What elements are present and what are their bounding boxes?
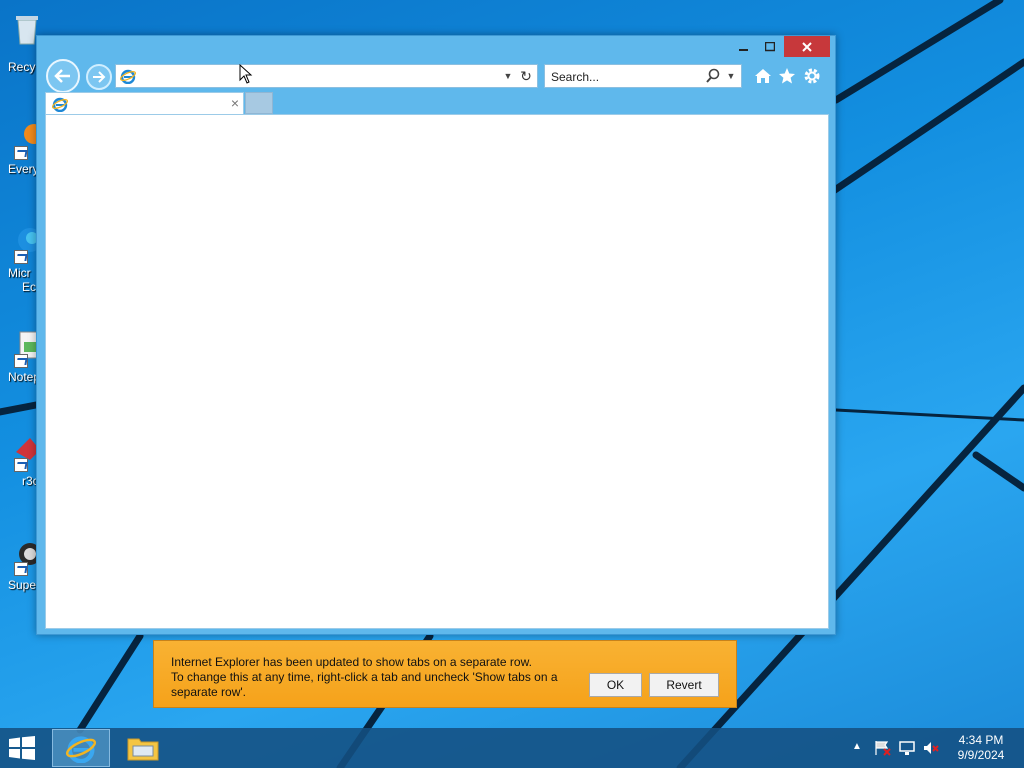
volume-muted-icon[interactable] [922,740,940,756]
notification-line-2: To change this at any time, right-click … [171,670,558,699]
windows-logo-icon [9,736,35,760]
network-icon[interactable] [898,740,916,756]
shortcut-arrow-icon [14,562,28,576]
chevron-down-icon[interactable]: ▼ [502,69,514,83]
ie-icon [52,97,68,112]
close-icon [802,41,812,52]
refresh-icon[interactable]: ↻ [518,67,534,85]
revert-button[interactable]: Revert [649,673,719,697]
back-arrow-icon [54,69,70,83]
minimize-button[interactable] [731,36,757,57]
home-button[interactable] [753,66,773,86]
shortcut-arrow-icon [14,354,28,368]
new-tab-button[interactable] [245,92,273,114]
chevron-down-icon[interactable]: ▼ [725,69,737,83]
home-icon [755,69,771,83]
gear-icon [804,68,820,84]
tab-row: × [45,92,829,114]
star-icon [779,68,795,84]
back-button[interactable] [46,59,80,93]
mouse-cursor-icon [239,64,253,84]
taskbar-internet-explorer[interactable] [52,729,110,767]
clock[interactable]: 4:34 PM 9/9/2024 [948,733,1014,763]
tools-button[interactable] [802,66,822,86]
tab-active[interactable]: × [45,92,244,114]
taskbar: ▲ 4:34 PM 9/9/2024 [0,728,1024,768]
address-bar[interactable]: ▼ ↻ [115,64,538,88]
ok-button[interactable]: OK [589,673,642,697]
search-icon[interactable] [705,68,721,84]
forward-arrow-icon [93,71,106,83]
ie-icon [66,736,96,763]
maximize-icon [765,41,775,51]
favorites-button[interactable] [777,66,797,86]
desktop-icon-label-line2: Ec [22,280,37,294]
shortcut-arrow-icon [14,458,28,472]
show-hidden-icons-icon[interactable]: ▲ [851,740,863,754]
action-center-flag-icon[interactable] [874,740,892,756]
taskbar-file-explorer[interactable] [120,729,166,767]
internet-explorer-window: ▼ ↻ ▼ × Internet Explorer has been upd [36,35,836,708]
notification-line-1: Internet Explorer has been updated to sh… [171,655,532,669]
start-button[interactable] [8,736,40,762]
search-input[interactable] [551,68,701,85]
desktop-icon-label: Micr [8,266,31,280]
maximize-button[interactable] [757,36,783,57]
minimize-icon [739,48,748,51]
page-content[interactable]: Internet Explorer has been updated to sh… [45,114,829,708]
search-box[interactable]: ▼ [544,64,742,88]
forward-button[interactable] [86,64,112,90]
address-input[interactable] [140,67,500,85]
folder-icon [127,738,159,761]
shortcut-arrow-icon [14,146,28,160]
desktop-icon-label: Every [8,162,39,176]
notification-message: Internet Explorer has been updated to sh… [171,655,571,700]
close-button[interactable] [784,36,830,57]
notification-bar: Internet Explorer has been updated to sh… [153,640,737,708]
shortcut-arrow-icon [14,250,28,264]
close-icon[interactable]: × [228,95,242,111]
ie-icon [120,69,136,84]
clock-time: 4:34 PM [958,733,1004,747]
clock-date: 9/9/2024 [957,748,1005,762]
